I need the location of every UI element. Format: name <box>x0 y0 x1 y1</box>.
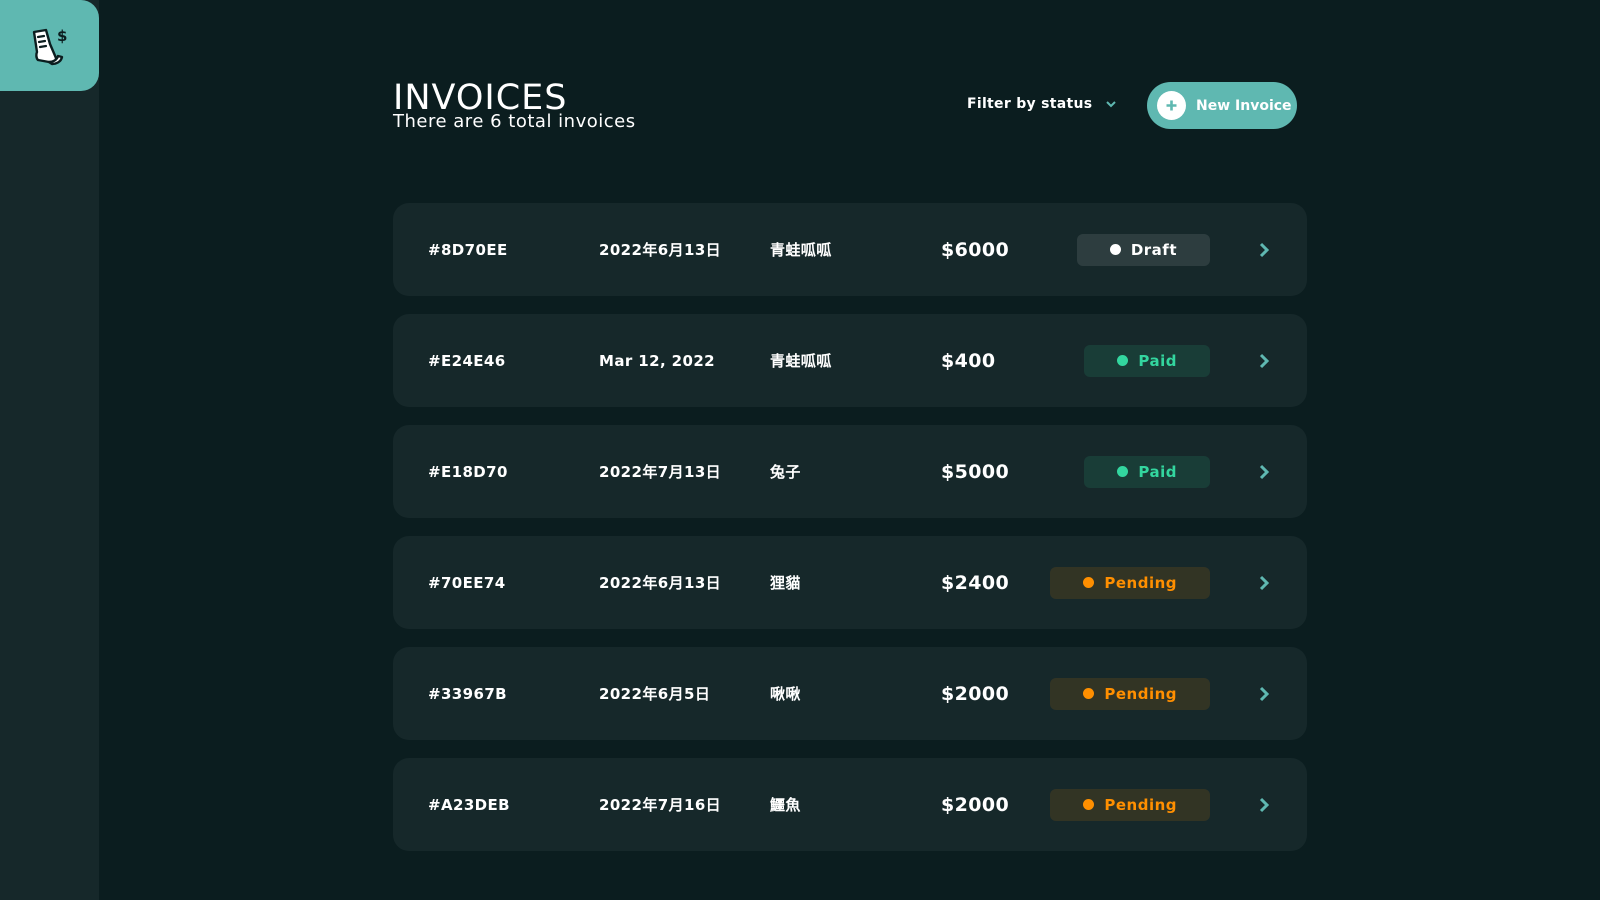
status-dot <box>1109 244 1121 255</box>
invoice-id: #8D70EE <box>428 240 508 259</box>
status-label: Pending <box>1104 795 1177 814</box>
invoice-row[interactable]: #A23DEB 2022年7月16日 鱷魚 $2000 Pending <box>393 758 1307 851</box>
invoice-amount: $2400 <box>941 571 1010 594</box>
chevron-right-icon[interactable] <box>1259 203 1269 296</box>
chevron-right-icon[interactable] <box>1259 647 1269 740</box>
status-badge: Pending <box>1050 788 1210 821</box>
chevron-right-icon[interactable] <box>1259 425 1269 518</box>
invoice-id: #33967B <box>428 684 507 703</box>
invoice-due-date: 2022年6月13日 <box>599 574 722 592</box>
invoice-amount: $400 <box>941 349 996 372</box>
status-dot <box>1117 355 1129 366</box>
status-badge: Pending <box>1050 677 1210 710</box>
invoice-count-subtitle: There are 6 total invoices <box>393 111 636 132</box>
status-dot <box>1083 799 1095 810</box>
invoice-due-date: 2022年7月16日 <box>599 796 722 814</box>
plus-icon <box>1157 91 1186 120</box>
status-label: Paid <box>1138 351 1177 370</box>
chevron-right-icon[interactable] <box>1259 758 1269 851</box>
invoice-id: #E18D70 <box>428 462 508 481</box>
status-label: Draft <box>1130 240 1177 259</box>
invoice-amount: $6000 <box>941 238 1010 261</box>
status-badge: Paid <box>1084 344 1210 377</box>
invoice-client-name: 青蛙呱呱 <box>770 352 832 370</box>
status-label: Paid <box>1138 462 1177 481</box>
invoice-id: #E24E46 <box>428 351 506 370</box>
status-badge: Draft <box>1076 233 1210 266</box>
invoice-client-name: 青蛙呱呱 <box>770 241 832 259</box>
invoice-due-date: 2022年6月13日 <box>599 241 722 259</box>
status-dot <box>1117 466 1129 477</box>
status-badge: Pending <box>1050 566 1210 599</box>
invoice-due-date: 2022年7月13日 <box>599 463 722 481</box>
invoice-client-name: 兔子 <box>770 463 801 481</box>
invoice-amount: $5000 <box>941 460 1010 483</box>
chevron-down-icon <box>1106 100 1117 107</box>
status-dot <box>1083 577 1095 588</box>
chevron-right-icon[interactable] <box>1259 536 1269 629</box>
status-dot <box>1083 688 1095 699</box>
invoice-amount: $2000 <box>941 793 1010 816</box>
status-label: Pending <box>1104 573 1177 592</box>
filter-label: Filter by status <box>967 96 1093 112</box>
invoice-row[interactable]: #70EE74 2022年6月13日 狸貓 $2400 Pending <box>393 536 1307 629</box>
main-content: INVOICES There are 6 total invoices Filt… <box>393 0 1307 900</box>
invoice-id: #A23DEB <box>428 795 510 814</box>
filter-by-status-dropdown[interactable]: Filter by status <box>967 96 1117 112</box>
invoice-row[interactable]: #33967B 2022年6月5日 啾啾 $2000 Pending <box>393 647 1307 740</box>
app-logo[interactable]: $ <box>0 0 99 91</box>
status-label: Pending <box>1104 684 1177 703</box>
status-badge: Paid <box>1084 455 1210 488</box>
new-invoice-label: New Invoice <box>1196 97 1292 114</box>
invoice-row[interactable]: #8D70EE 2022年6月13日 青蛙呱呱 $6000 Draft <box>393 203 1307 296</box>
invoice-client-name: 狸貓 <box>770 574 801 592</box>
receipt-dollar-icon: $ <box>32 27 67 65</box>
invoice-due-date: Mar 12, 2022 <box>599 351 716 370</box>
svg-text:$: $ <box>57 27 67 45</box>
invoice-id: #70EE74 <box>428 573 506 592</box>
invoice-client-name: 啾啾 <box>770 685 801 703</box>
invoice-amount: $2000 <box>941 682 1010 705</box>
invoice-due-date: 2022年6月5日 <box>599 685 711 703</box>
invoice-row[interactable]: #E18D70 2022年7月13日 兔子 $5000 Paid <box>393 425 1307 518</box>
invoice-row[interactable]: #E24E46 Mar 12, 2022 青蛙呱呱 $400 Paid <box>393 314 1307 407</box>
sidebar: $ <box>0 0 99 900</box>
invoice-client-name: 鱷魚 <box>770 796 801 814</box>
new-invoice-button[interactable]: New Invoice <box>1147 82 1297 129</box>
chevron-right-icon[interactable] <box>1259 314 1269 407</box>
invoice-list: #8D70EE 2022年6月13日 青蛙呱呱 $6000 Draft #E24… <box>393 203 1307 869</box>
